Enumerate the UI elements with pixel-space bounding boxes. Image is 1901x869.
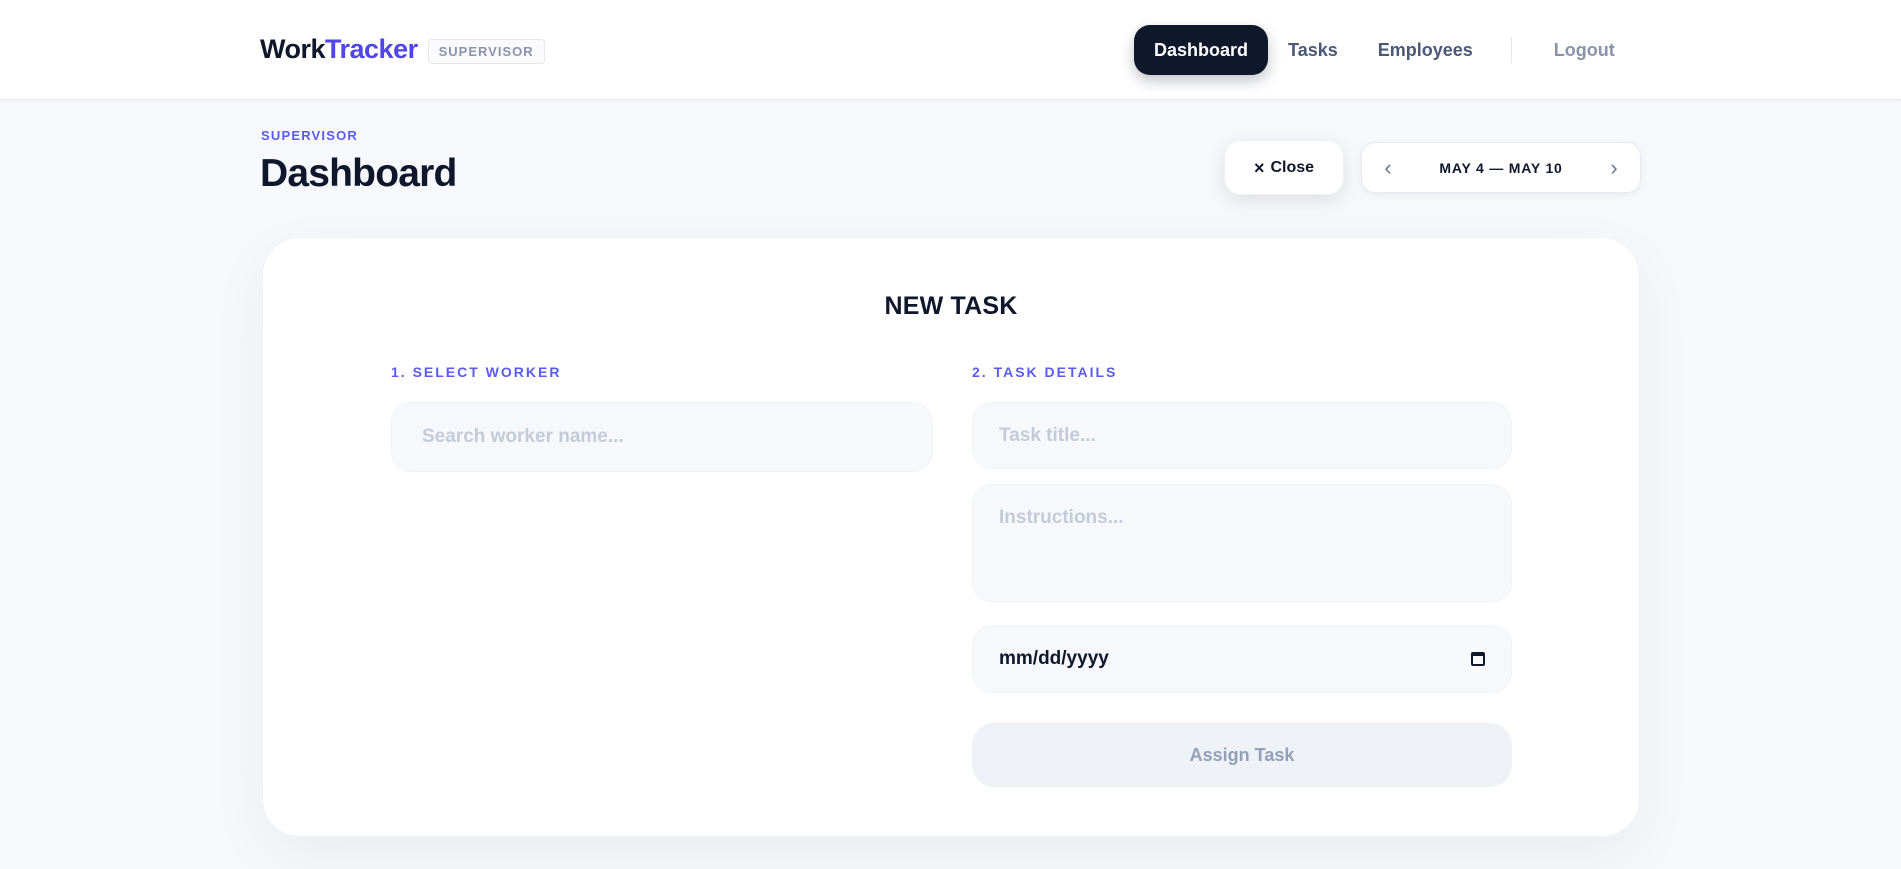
section-label-task-details: 2. TASK DETAILS [972, 364, 1118, 380]
logout-link[interactable]: Logout [1534, 25, 1635, 75]
assign-task-button[interactable]: Assign Task [972, 723, 1512, 787]
nav-employees[interactable]: Employees [1358, 25, 1493, 75]
top-navbar: WorkTracker SUPERVISOR Dashboard Tasks E… [0, 0, 1901, 100]
close-icon: × [1253, 157, 1265, 178]
chevron-right-icon[interactable]: › [1604, 155, 1624, 181]
task-title-input[interactable] [972, 402, 1512, 469]
nav-tasks[interactable]: Tasks [1268, 25, 1358, 75]
new-task-card: NEW TASK 1. SELECT WORKER 2. TASK DETAIL… [262, 237, 1640, 837]
page-title: Dashboard [260, 152, 457, 195]
nav-divider [1510, 37, 1512, 63]
logo-tracker-text: Tracker [325, 34, 418, 64]
chevron-left-icon[interactable]: ‹ [1378, 155, 1398, 181]
close-button-label: Close [1270, 158, 1315, 176]
logo: WorkTracker [260, 34, 418, 65]
card-title: NEW TASK [884, 292, 1018, 320]
due-date-input[interactable]: mm/dd/yyyy [972, 625, 1512, 693]
brand[interactable]: WorkTracker SUPERVISOR [260, 34, 545, 65]
logo-work-text: Work [260, 34, 326, 64]
nav-dashboard[interactable]: Dashboard [1134, 25, 1269, 75]
main-nav: Dashboard Tasks Employees Logout [1134, 25, 1635, 75]
role-badge: SUPERVISOR [427, 39, 545, 64]
section-label-select-worker: 1. SELECT WORKER [391, 364, 562, 380]
date-range-label: MAY 4 — MAY 10 [1439, 159, 1563, 176]
worker-search-input[interactable] [391, 402, 933, 472]
page-eyebrow: SUPERVISOR [261, 128, 359, 143]
calendar-icon[interactable] [1471, 652, 1485, 666]
due-date-placeholder: mm/dd/yyyy [999, 648, 1109, 669]
close-button[interactable]: × Close [1224, 140, 1344, 195]
date-range-picker: ‹ MAY 4 — MAY 10 › [1361, 142, 1641, 193]
instructions-textarea[interactable] [972, 484, 1512, 602]
